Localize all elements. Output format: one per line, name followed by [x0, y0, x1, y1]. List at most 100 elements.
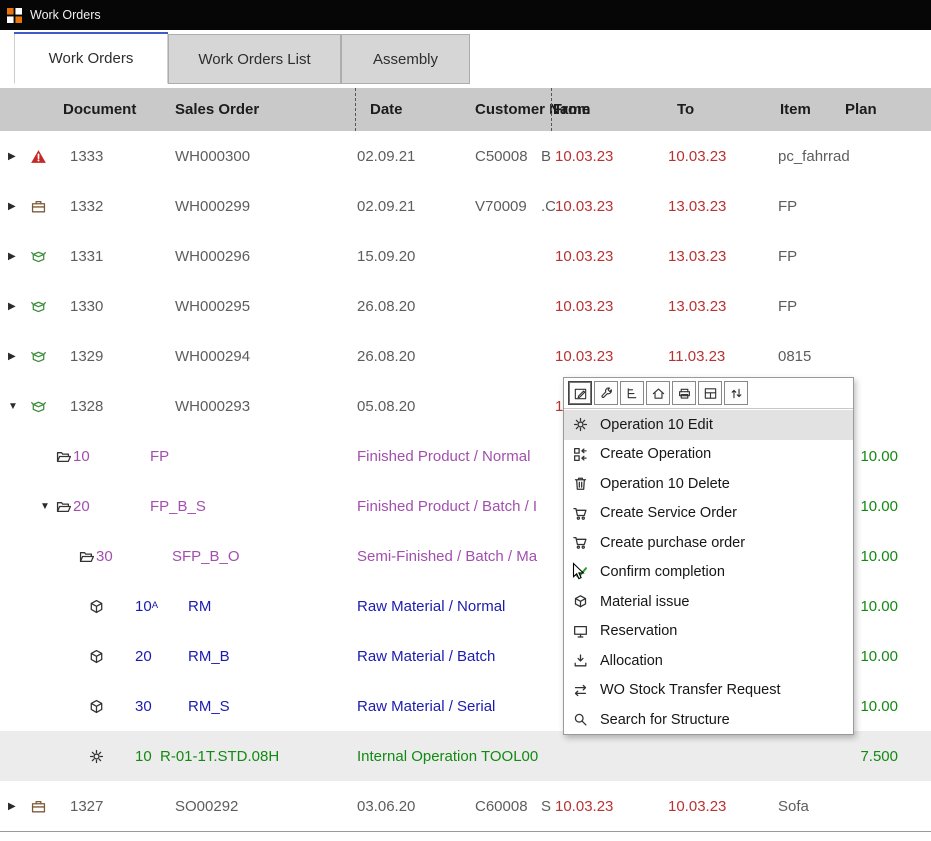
- description: Raw Material / Normal: [357, 581, 505, 631]
- expand-icon[interactable]: ▶: [8, 151, 16, 162]
- grid-header: Document Sales Order Date Customer Name …: [0, 88, 931, 131]
- toolbar-sort-button[interactable]: [724, 381, 748, 405]
- menu-item-create-operation[interactable]: Create Operation: [564, 440, 853, 470]
- menu-item-operation-10-delete[interactable]: Operation 10 Delete: [564, 469, 853, 499]
- line-number: 20: [135, 631, 152, 681]
- from-date: 10.03.23: [555, 781, 613, 831]
- context-menu-toolbar: [564, 378, 853, 409]
- customer-code: C50008: [475, 131, 528, 181]
- column-header-date[interactable]: Date: [370, 88, 403, 131]
- from-date: 10.03.23: [555, 331, 613, 381]
- from-date: 10.03.23: [555, 131, 613, 181]
- expand-icon[interactable]: ▶: [8, 351, 16, 362]
- toolbar-home-button[interactable]: [646, 381, 670, 405]
- collapse-icon[interactable]: ▼: [40, 501, 50, 512]
- table-bottom-border: [0, 831, 931, 832]
- column-header-document[interactable]: Document: [63, 88, 136, 131]
- tab-label: Work Orders List: [198, 51, 310, 68]
- menu-item-reservation[interactable]: Reservation: [564, 617, 853, 647]
- menu-item-label: Operation 10 Edit: [600, 417, 713, 433]
- status-icon-cell: [30, 781, 47, 831]
- type-icon-cell: [88, 681, 105, 731]
- menu-item-confirm-completion[interactable]: Confirm completion: [564, 558, 853, 588]
- column-header-plan[interactable]: Plan: [845, 88, 877, 131]
- item-code: FP: [778, 181, 797, 231]
- expand-icon[interactable]: ▶: [8, 251, 16, 262]
- status-icon-cell: [30, 381, 47, 431]
- workorder-row-1327[interactable]: ▶1327SO0029203.06.20C60008S10.03.2310.03…: [0, 781, 931, 831]
- description: Raw Material / Serial: [357, 681, 495, 731]
- line-number: 10: [135, 731, 152, 781]
- component-code: SFP_B_O: [172, 531, 240, 581]
- menu-item-material-issue[interactable]: Material issue: [564, 587, 853, 617]
- customer-name-fragment: B: [541, 131, 555, 181]
- line-number: 30: [96, 531, 113, 581]
- customer-code: V70009: [475, 181, 527, 231]
- structure-row-r-01-1t-std-08h[interactable]: 10R-01-1T.STD.08HInternal Operation TOOL…: [0, 731, 931, 781]
- gear-icon: [88, 748, 105, 765]
- expand-icon[interactable]: ▶: [8, 801, 16, 812]
- date: 02.09.21: [357, 131, 415, 181]
- toolbar-wrench-button[interactable]: [594, 381, 618, 405]
- sales-order: SO00292: [175, 781, 238, 831]
- to-date: 13.03.23: [668, 281, 726, 331]
- column-splitter[interactable]: [551, 88, 552, 131]
- box-icon: [88, 598, 105, 615]
- tab-work-orders[interactable]: Work Orders: [14, 34, 168, 84]
- plan-quantity: 10.00: [860, 681, 898, 731]
- row-expander: ▶: [8, 331, 16, 381]
- document-number: 1330: [70, 281, 103, 331]
- open-box-icon: [30, 398, 47, 415]
- menu-item-create-service-order[interactable]: Create Service Order: [564, 499, 853, 529]
- workorder-row-1332[interactable]: ▶1332WH00029902.09.21V70009.C10.03.2313.…: [0, 181, 931, 231]
- column-header-from[interactable]: From: [553, 88, 591, 131]
- tab-work-orders-list[interactable]: Work Orders List: [168, 34, 341, 84]
- toolbar-edit-button[interactable]: [568, 381, 592, 405]
- sales-order: WH000295: [175, 281, 250, 331]
- document-number: 1333: [70, 131, 103, 181]
- date: 26.08.20: [357, 331, 415, 381]
- wrench-icon: [599, 386, 614, 401]
- tab-assembly[interactable]: Assembly: [341, 34, 470, 84]
- column-splitter[interactable]: [355, 88, 356, 131]
- row-expander: ▶: [8, 781, 16, 831]
- column-header-item[interactable]: Item: [780, 88, 811, 131]
- status-icon-cell: [30, 231, 47, 281]
- menu-item-label: Operation 10 Delete: [600, 476, 730, 492]
- menu-item-search-for-structure[interactable]: Search for Structure: [564, 705, 853, 735]
- menu-item-operation-10-edit[interactable]: Operation 10 Edit: [564, 410, 853, 440]
- plan-quantity: 10.00: [860, 581, 898, 631]
- description: Finished Product / Normal: [357, 431, 530, 481]
- workorder-row-1330[interactable]: ▶1330WH00029526.08.2010.03.2313.03.23FP: [0, 281, 931, 331]
- item-code: 0815: [778, 331, 811, 381]
- material-icon: [572, 593, 589, 610]
- component-code: FP_B_S: [150, 481, 206, 531]
- column-header-to[interactable]: To: [677, 88, 694, 131]
- workorder-row-1329[interactable]: ▶1329WH00029426.08.2010.03.2311.03.23081…: [0, 331, 931, 381]
- sales-order: WH000299: [175, 181, 250, 231]
- menu-item-create-purchase-order[interactable]: Create purchase order: [564, 528, 853, 558]
- toolbar-hierarchy-button[interactable]: [620, 381, 644, 405]
- toolbar-panels-button[interactable]: [698, 381, 722, 405]
- sort-icon: [729, 386, 744, 401]
- cart-icon: [572, 534, 589, 551]
- menu-item-allocation[interactable]: Allocation: [564, 646, 853, 676]
- expand-icon[interactable]: ▶: [8, 301, 16, 312]
- type-icon-cell: [55, 431, 72, 481]
- menu-item-label: Material issue: [600, 594, 689, 610]
- workorder-row-1333[interactable]: ▶1333WH00030002.09.21C50008B10.03.2310.0…: [0, 131, 931, 181]
- component-code: RM: [188, 581, 211, 631]
- workorder-row-1331[interactable]: ▶1331WH00029615.09.2010.03.2313.03.23FP: [0, 231, 931, 281]
- toolbar-printer-button[interactable]: [672, 381, 696, 405]
- expand-icon[interactable]: ▶: [8, 201, 16, 212]
- sales-order: WH000296: [175, 231, 250, 281]
- document-number: 1331: [70, 231, 103, 281]
- item-code: Sofa: [778, 781, 809, 831]
- menu-item-wo-stock-transfer-request[interactable]: WO Stock Transfer Request: [564, 676, 853, 706]
- collapse-icon[interactable]: ▼: [8, 401, 18, 412]
- hierarchy-icon: [625, 386, 640, 401]
- column-header-sales-order[interactable]: Sales Order: [175, 88, 259, 131]
- sales-order: WH000294: [175, 331, 250, 381]
- warning-icon: [30, 148, 47, 165]
- component-code: RM_B: [188, 631, 230, 681]
